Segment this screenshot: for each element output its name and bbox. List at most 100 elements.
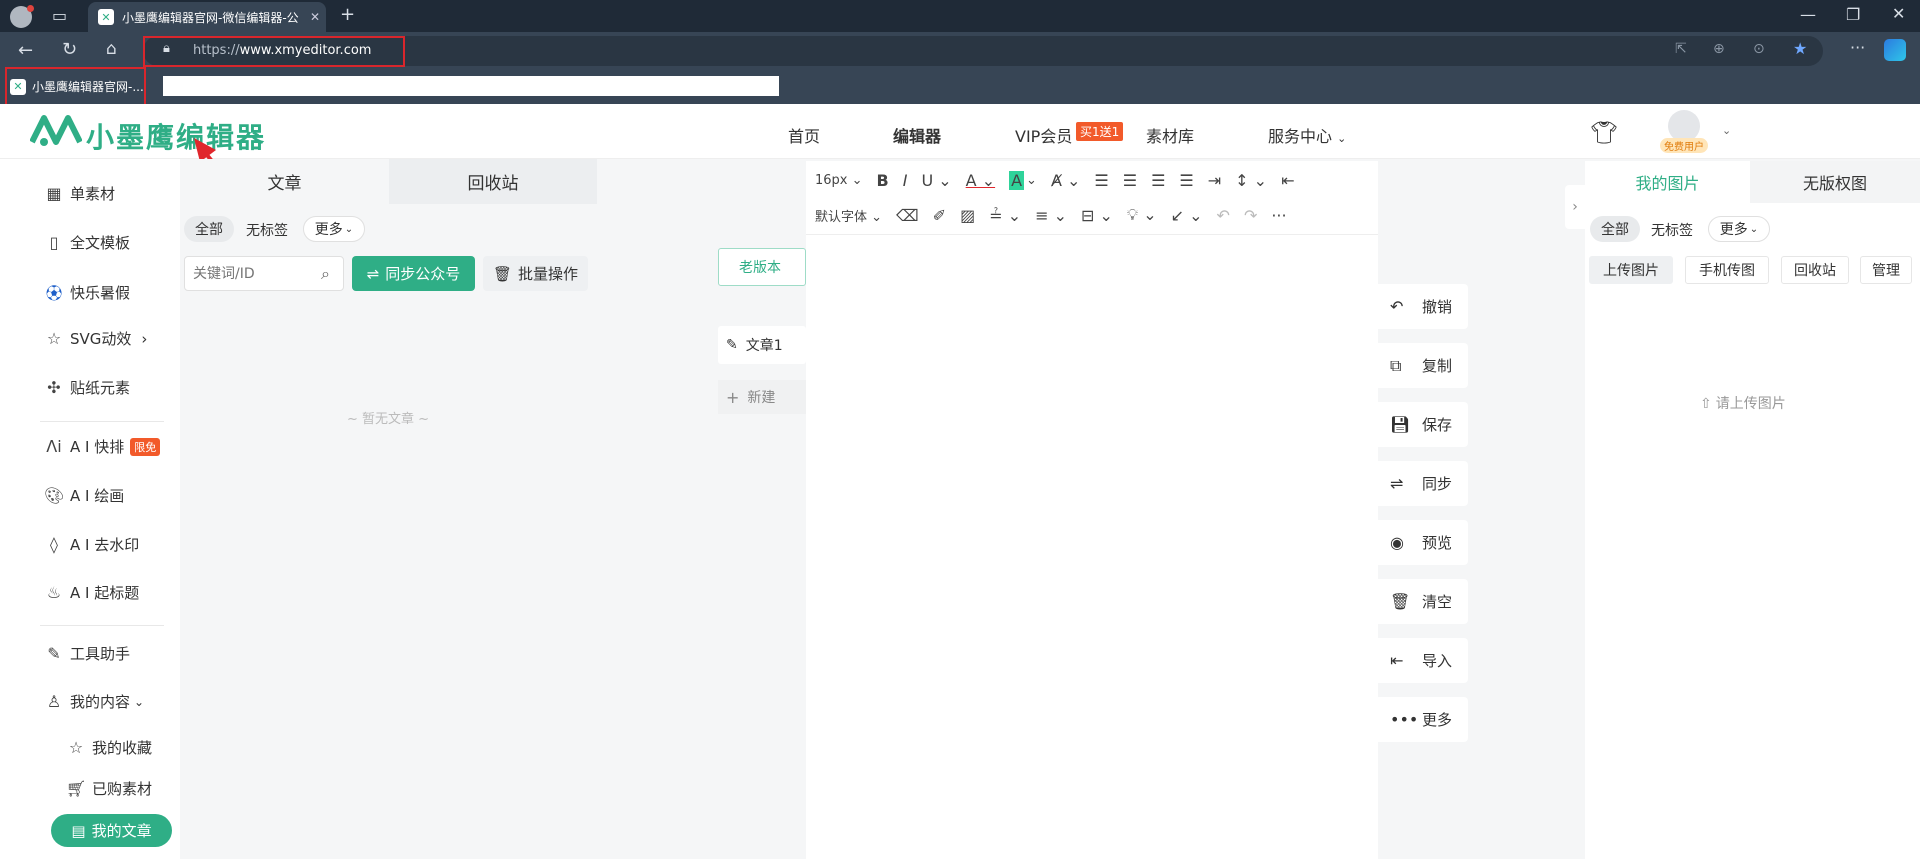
- sidebar-item-my-content[interactable]: ♙ 我的内容 ⌄: [44, 691, 144, 712]
- image-recycle-button[interactable]: 回收站: [1781, 256, 1849, 284]
- sidebar-item-tools[interactable]: ✎ 工具助手: [44, 643, 130, 664]
- divider-icon[interactable]: ≡ ⌄: [1035, 206, 1067, 225]
- more-icon[interactable]: ···: [1271, 206, 1286, 225]
- manage-button[interactable]: 管理: [1860, 256, 1912, 284]
- nav-editor[interactable]: 编辑器: [893, 123, 941, 147]
- open-app-icon[interactable]: ⇱: [1675, 42, 1687, 56]
- align-center-icon[interactable]: ☰: [1123, 171, 1137, 190]
- more-button[interactable]: ••• 更多: [1378, 697, 1468, 742]
- new-doc-button[interactable]: + 新建: [718, 380, 806, 414]
- new-tab-icon[interactable]: +: [340, 6, 355, 24]
- tab-recycle[interactable]: 回收站: [389, 159, 597, 204]
- search-icon[interactable]: ⌕: [321, 264, 330, 284]
- search-field[interactable]: [185, 257, 309, 290]
- tab-actions-icon[interactable]: ▭: [52, 8, 67, 24]
- back-icon[interactable]: ←: [18, 42, 33, 60]
- extensions-icon[interactable]: ⊙: [1753, 42, 1765, 56]
- sidebar-item-my-articles[interactable]: ▤ 我的文章: [51, 814, 172, 847]
- justify-icon[interactable]: ☰: [1179, 171, 1193, 190]
- sidebar-item-summer[interactable]: ⚽︎ 快乐暑假: [44, 280, 130, 304]
- reload-icon[interactable]: ↻: [62, 41, 77, 59]
- sidebar-item-ai-layout[interactable]: ᐱi A I 快排 限免: [44, 436, 161, 457]
- eraser-icon[interactable]: ⌫: [896, 206, 919, 225]
- sidebar-item-ai-watermark[interactable]: ◊ A I 去水印: [44, 534, 139, 555]
- tab-free-images[interactable]: 无版权图: [1750, 161, 1920, 203]
- strikethrough-icon[interactable]: ≟ ⌄: [989, 206, 1021, 225]
- sidebar-item-ai-title[interactable]: ♨ A I 起标题: [44, 582, 139, 603]
- minimize-icon[interactable]: —: [1800, 7, 1816, 23]
- indent-icon[interactable]: ⇥: [1208, 171, 1221, 190]
- nav-vip[interactable]: VIP会员: [1015, 123, 1072, 147]
- image-filter-more[interactable]: 更多 ⌄: [1708, 216, 1770, 242]
- tshirt-icon[interactable]: 👕︎: [1590, 121, 1618, 146]
- collapse-panel-icon[interactable]: ›: [1565, 185, 1585, 229]
- redo-icon[interactable]: ↷: [1244, 206, 1257, 225]
- old-version-button[interactable]: 老版本: [718, 248, 806, 286]
- eagle-logo-icon[interactable]: [30, 112, 82, 150]
- restore-icon[interactable]: ❐: [1846, 7, 1860, 23]
- sidebar-item-svg[interactable]: ☆ SVG动效 ›: [44, 328, 148, 349]
- exit-icon[interactable]: ⇤: [1281, 171, 1294, 190]
- undo-icon[interactable]: ↶: [1217, 206, 1230, 225]
- sidebar-item-ai-paint[interactable]: 🎨︎ A I 绘画: [44, 485, 124, 506]
- nav-home[interactable]: 首页: [788, 123, 820, 147]
- arrow-icon[interactable]: ↙ ⌄: [1171, 206, 1203, 225]
- image-icon[interactable]: ▨: [960, 206, 975, 225]
- doc-tab-article1[interactable]: ✎ 文章1: [718, 326, 806, 364]
- font-family-select[interactable]: 默认字体 ⌄: [815, 206, 882, 225]
- save-button[interactable]: 💾︎ 保存: [1378, 402, 1468, 447]
- format-brush-icon[interactable]: ✐: [933, 206, 946, 225]
- align-right-icon[interactable]: ☰: [1151, 171, 1165, 190]
- editor-canvas[interactable]: [806, 161, 1378, 859]
- close-tab-icon[interactable]: ✕: [310, 10, 320, 24]
- sidebar-item-favorites[interactable]: ☆ 我的收藏: [66, 737, 152, 758]
- nav-materials[interactable]: 素材库: [1146, 123, 1194, 147]
- filter-more[interactable]: 更多 ⌄: [303, 216, 365, 242]
- upload-image-button[interactable]: 上传图片: [1589, 256, 1673, 284]
- underline-icon[interactable]: U ⌄: [921, 171, 951, 190]
- import-button[interactable]: ⇤ 导入: [1378, 638, 1468, 683]
- favorite-star-icon[interactable]: ★: [1793, 41, 1807, 57]
- batch-button[interactable]: 🗑︎ 批量操作: [483, 256, 588, 291]
- sync-button[interactable]: ⇌ 同步: [1378, 461, 1468, 506]
- phone-upload-button[interactable]: 手机传图: [1685, 256, 1769, 284]
- sync-wechat-button[interactable]: ⇌ 同步公众号: [352, 256, 475, 291]
- bold-icon[interactable]: B: [877, 171, 889, 190]
- tab-articles[interactable]: 文章: [180, 159, 389, 204]
- tab-my-images[interactable]: 我的图片: [1585, 161, 1750, 203]
- spacing-icon[interactable]: ⊟ ⌄: [1081, 206, 1113, 225]
- chevron-down-icon[interactable]: ⌄: [1722, 124, 1731, 137]
- copilot-icon[interactable]: [1884, 39, 1906, 61]
- align-left-icon[interactable]: ☰: [1094, 171, 1108, 190]
- highlight-color-icon[interactable]: A: [1009, 170, 1025, 190]
- sidebar-item-label: 单素材: [70, 185, 116, 203]
- image-filter-untagged[interactable]: 无标签: [1651, 220, 1693, 240]
- close-window-icon[interactable]: ✕: [1892, 6, 1905, 22]
- font-size-select[interactable]: 16px ⌄: [815, 173, 863, 188]
- bulb-icon[interactable]: 💡︎ ⌄: [1127, 205, 1157, 225]
- italic-icon[interactable]: I: [903, 171, 908, 190]
- filter-all[interactable]: 全部: [184, 216, 234, 242]
- nav-service[interactable]: 服务中心 ⌄: [1268, 123, 1346, 147]
- line-height-icon[interactable]: ↕ ⌄: [1235, 171, 1267, 190]
- font-color-icon[interactable]: A ⌄: [966, 171, 995, 190]
- text-effect-icon[interactable]: Ⱥ ⌄: [1051, 171, 1080, 190]
- sidebar-item-sticker[interactable]: ✣ 贴纸元素: [44, 377, 130, 398]
- undo-button[interactable]: ↶ 撤销: [1378, 284, 1468, 329]
- sidebar-item-purchased[interactable]: 🛒︎ 已购素材: [66, 778, 152, 799]
- image-filter-all[interactable]: 全部: [1590, 216, 1640, 242]
- preview-button[interactable]: ◉ 预览: [1378, 520, 1468, 565]
- filter-untagged[interactable]: 无标签: [246, 220, 288, 240]
- more-menu-icon[interactable]: ···: [1850, 40, 1865, 56]
- zoom-icon[interactable]: ⊕: [1713, 42, 1725, 56]
- favicon-icon: ✕: [98, 9, 114, 25]
- sidebar-item-single[interactable]: ▦ 单素材: [44, 183, 115, 204]
- sidebar-item-template[interactable]: ▯ 全文模板: [44, 232, 130, 253]
- clear-button[interactable]: 🗑︎ 清空: [1378, 579, 1468, 624]
- copy-button[interactable]: ⧉ 复制: [1378, 343, 1468, 388]
- home-icon[interactable]: ⌂: [106, 41, 117, 58]
- browser-tab[interactable]: ✕ 小墨鹰编辑器官网-微信编辑器-公 ✕: [88, 2, 326, 32]
- chevron-down-icon[interactable]: ⌄: [1026, 173, 1037, 188]
- cart-icon: 🛒︎: [66, 779, 87, 798]
- search-input[interactable]: ⌕: [184, 256, 344, 291]
